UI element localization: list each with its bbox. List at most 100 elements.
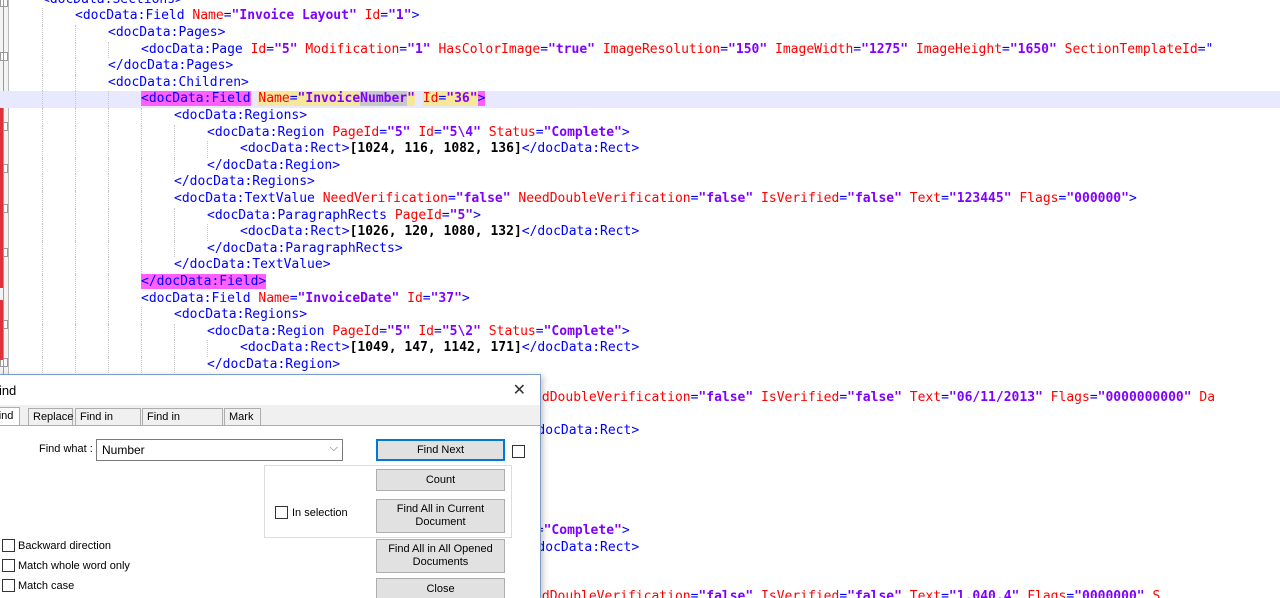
match-case-checkbox[interactable]	[2, 579, 15, 592]
code-token: "1"	[388, 8, 412, 24]
indent-guide	[108, 190, 109, 208]
code-token: <docData:Field	[141, 290, 259, 306]
find-what-combobox[interactable]: Number ⌵	[96, 439, 343, 461]
tab-find-in-projects[interactable]: Find in Projects	[142, 408, 223, 436]
match-whole-word-checkbox[interactable]	[2, 559, 15, 572]
indent-guide	[174, 240, 175, 258]
code-line[interactable]: <docData:Sections>	[0, 0, 1280, 8]
code-token: NeedVerification	[322, 190, 448, 206]
code-token: </docData:Region>	[207, 157, 341, 173]
code-token: Flags	[1019, 190, 1059, 206]
code-token: <docData:Region	[207, 124, 333, 140]
code-token: <docData:Field	[141, 91, 251, 107]
code-line[interactable]: <docData:Field Name="Invoice Layout" Id=…	[0, 8, 1280, 25]
code-line[interactable]: <docData:Region PageId="5" Id="5\4" Stat…	[0, 124, 1280, 142]
code-token: =	[434, 124, 442, 140]
code-line[interactable]: </docData:Regions>	[0, 174, 1280, 191]
backward-direction-checkbox[interactable]	[2, 539, 15, 552]
code-text: <docData:Rect>[1026, 120, 1080, 132]</do…	[240, 224, 639, 241]
in-selection-checkbox[interactable]	[275, 506, 288, 519]
indent-guide	[42, 58, 43, 75]
find-all-in-current-document-button[interactable]: Find All in Current Document	[376, 499, 505, 533]
code-line[interactable]: </docData:Pages>	[0, 58, 1280, 75]
code-token: "1650"	[1009, 41, 1057, 57]
code-token: "5"	[387, 124, 411, 140]
indent-guide	[108, 224, 109, 241]
transparency-checkbox[interactable]	[512, 445, 525, 458]
indent-guide	[141, 174, 142, 191]
code-token: [1024, 116, 1082, 136]	[349, 141, 522, 157]
code-token: =	[839, 589, 848, 598]
code-token: =	[941, 190, 949, 206]
find-next-button[interactable]: Find Next	[376, 439, 505, 461]
code-token: =	[941, 589, 949, 598]
dialog-titlebar[interactable]: Find ✕	[0, 375, 540, 405]
indent-guide	[108, 107, 109, 125]
code-token: "0000000000"	[1097, 390, 1192, 406]
indent-guide	[108, 157, 109, 175]
code-token: >	[1128, 190, 1137, 206]
code-line[interactable]: </docData:ParagraphRects>	[0, 240, 1280, 258]
indent-guide	[42, 273, 43, 291]
tab-find-in-files[interactable]: Find in Files	[75, 408, 141, 436]
code-line[interactable]: <docData:TextValue NeedVerification="fal…	[0, 190, 1280, 208]
code-line[interactable]: <docData:Region PageId="5" Id="5\2" Stat…	[0, 323, 1280, 341]
find-what-value[interactable]: Number	[102, 443, 145, 457]
code-line[interactable]: <docData:Field Name="InvoiceNumber" Id="…	[0, 91, 1280, 108]
count-button[interactable]: Count	[376, 469, 505, 491]
indent-guide	[207, 224, 208, 241]
code-token: "123445"	[948, 190, 1012, 206]
tab-label: Replace	[33, 411, 74, 423]
code-line[interactable]: <docData:Page Id="5" Modification="1" Ha…	[0, 41, 1280, 59]
close-button[interactable]: Close	[376, 578, 505, 598]
code-token: <docData:Children>	[108, 74, 249, 90]
code-line[interactable]: <docData:Rect>[1049, 147, 1142, 171]</do…	[0, 340, 1280, 357]
code-token: Status	[488, 323, 536, 339]
tab-find[interactable]: Find	[0, 407, 20, 427]
code-line[interactable]: <docData:Rect>[1026, 120, 1080, 132]</do…	[0, 224, 1280, 241]
code-text: </docData:Region>	[207, 158, 340, 175]
code-text: <docData:Rect>[1024, 116, 1082, 136]</do…	[240, 141, 639, 158]
code-token: =	[266, 41, 275, 57]
code-token: "Complete"	[543, 124, 622, 140]
code-line[interactable]: </docData:Field>	[0, 273, 1280, 291]
code-token: Id	[407, 290, 423, 306]
indent-guide	[42, 157, 43, 175]
code-line[interactable]: <docData:Rect>[1024, 116, 1082, 136]</do…	[0, 141, 1280, 158]
code-token: Number	[360, 91, 408, 107]
indent-guide	[141, 356, 142, 374]
find-all-in-all-opened-documents-button[interactable]: Find All in All Opened Documents	[376, 539, 505, 573]
code-line[interactable]: <docData:Regions>	[0, 107, 1280, 125]
code-token: "false"	[455, 190, 511, 206]
indent-guide	[42, 207, 43, 225]
code-token: Id	[418, 124, 434, 140]
code-text: <docData:Field Name="Invoice Layout" Id=…	[75, 8, 419, 25]
code-text: <docData:ParagraphRects PageId="5">	[207, 208, 481, 225]
code-token: </docData:ParagraphRects>	[207, 240, 403, 256]
indent-guide	[141, 307, 142, 324]
indent-guide	[42, 323, 43, 341]
code-token: =	[379, 124, 388, 140]
code-token: =	[1002, 41, 1010, 57]
code-line[interactable]: </docData:Region>	[0, 157, 1280, 175]
tab-replace[interactable]: Replace	[28, 408, 73, 426]
indent-guide	[174, 124, 175, 142]
indent-guide	[42, 240, 43, 258]
code-line[interactable]: <docData:Children>	[0, 74, 1280, 92]
code-line[interactable]: <docData:Field Name="InvoiceDate" Id="37…	[0, 290, 1280, 308]
code-line[interactable]: </docData:Region>	[0, 356, 1280, 374]
indent-guide	[42, 356, 43, 374]
code-line[interactable]: </docData:TextValue>	[0, 257, 1280, 274]
code-line[interactable]: <docData:Regions>	[0, 307, 1280, 324]
close-icon[interactable]: ✕	[513, 380, 526, 400]
tab-mark[interactable]: Mark	[224, 408, 261, 426]
code-line[interactable]: <docData:ParagraphRects PageId="5">	[0, 207, 1280, 225]
indent-guide	[75, 356, 76, 374]
indent-guide	[75, 41, 76, 59]
chevron-down-icon[interactable]: ⌵	[330, 442, 338, 455]
code-line[interactable]: <docData:Pages>	[0, 24, 1280, 42]
